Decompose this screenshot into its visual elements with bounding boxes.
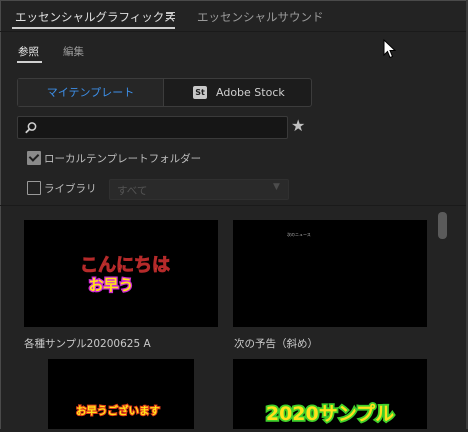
template-preview-text: こんにちは <box>80 255 170 276</box>
template-preview-text: お早うございます <box>76 404 160 417</box>
local-folder-label: ローカルテンプレートフォルダー <box>44 153 202 165</box>
adobe-stock-button[interactable]: St Adobe Stock <box>164 79 310 106</box>
tab-essential-sound[interactable]: エッセンシャルサウンド <box>197 9 324 25</box>
active-tab-indicator <box>12 27 175 29</box>
library-dropdown-value: すべて <box>117 185 148 197</box>
library-checkbox[interactable] <box>27 181 41 195</box>
search-icon <box>25 122 37 134</box>
menu-icon[interactable] <box>166 12 175 21</box>
template-caption: 次の予告（斜め） <box>234 338 318 350</box>
subtab-browse[interactable]: 参照 <box>18 44 39 59</box>
star-icon[interactable]: ★ <box>291 116 305 136</box>
header-divider <box>0 31 466 32</box>
chevron-down-icon: ▼ <box>273 182 280 192</box>
library-dropdown[interactable]: すべて ▼ <box>109 179 289 200</box>
template-thumbnail[interactable]: お早うございます <box>48 359 194 429</box>
panel-frame-top <box>0 0 468 1</box>
adobe-stock-label: Adobe Stock <box>216 86 285 99</box>
scrollbar-track[interactable] <box>438 212 447 429</box>
template-preview-text: お早う <box>88 276 133 294</box>
subtab-indicator <box>17 61 42 63</box>
library-label: ライブラリ <box>44 183 97 195</box>
mouse-pointer-icon <box>383 39 396 59</box>
template-thumbnail[interactable]: 次のニュース <box>233 220 427 327</box>
template-preview-text: 2020サンプル <box>266 402 394 425</box>
template-thumbnail[interactable]: こんにちは お早う <box>24 220 218 327</box>
template-preview-text: 次のニュース <box>287 231 311 237</box>
search-input[interactable] <box>40 118 280 136</box>
scrollbar-thumb[interactable] <box>438 212 447 239</box>
adobe-stock-icon: St <box>193 85 207 99</box>
search-field[interactable] <box>17 116 288 139</box>
tab-essential-graphics[interactable]: エッセンシャルグラフィックス <box>15 9 175 25</box>
my-templates-button[interactable]: マイテンプレート <box>18 79 164 106</box>
local-folder-checkbox[interactable] <box>27 151 41 165</box>
subtab-edit[interactable]: 編集 <box>63 44 84 59</box>
browser-divider <box>0 205 466 206</box>
template-thumbnail[interactable]: 2020サンプル <box>233 359 427 429</box>
panel-frame-left <box>0 0 1 429</box>
template-caption: 各種サンプル20200625 A <box>24 338 151 350</box>
